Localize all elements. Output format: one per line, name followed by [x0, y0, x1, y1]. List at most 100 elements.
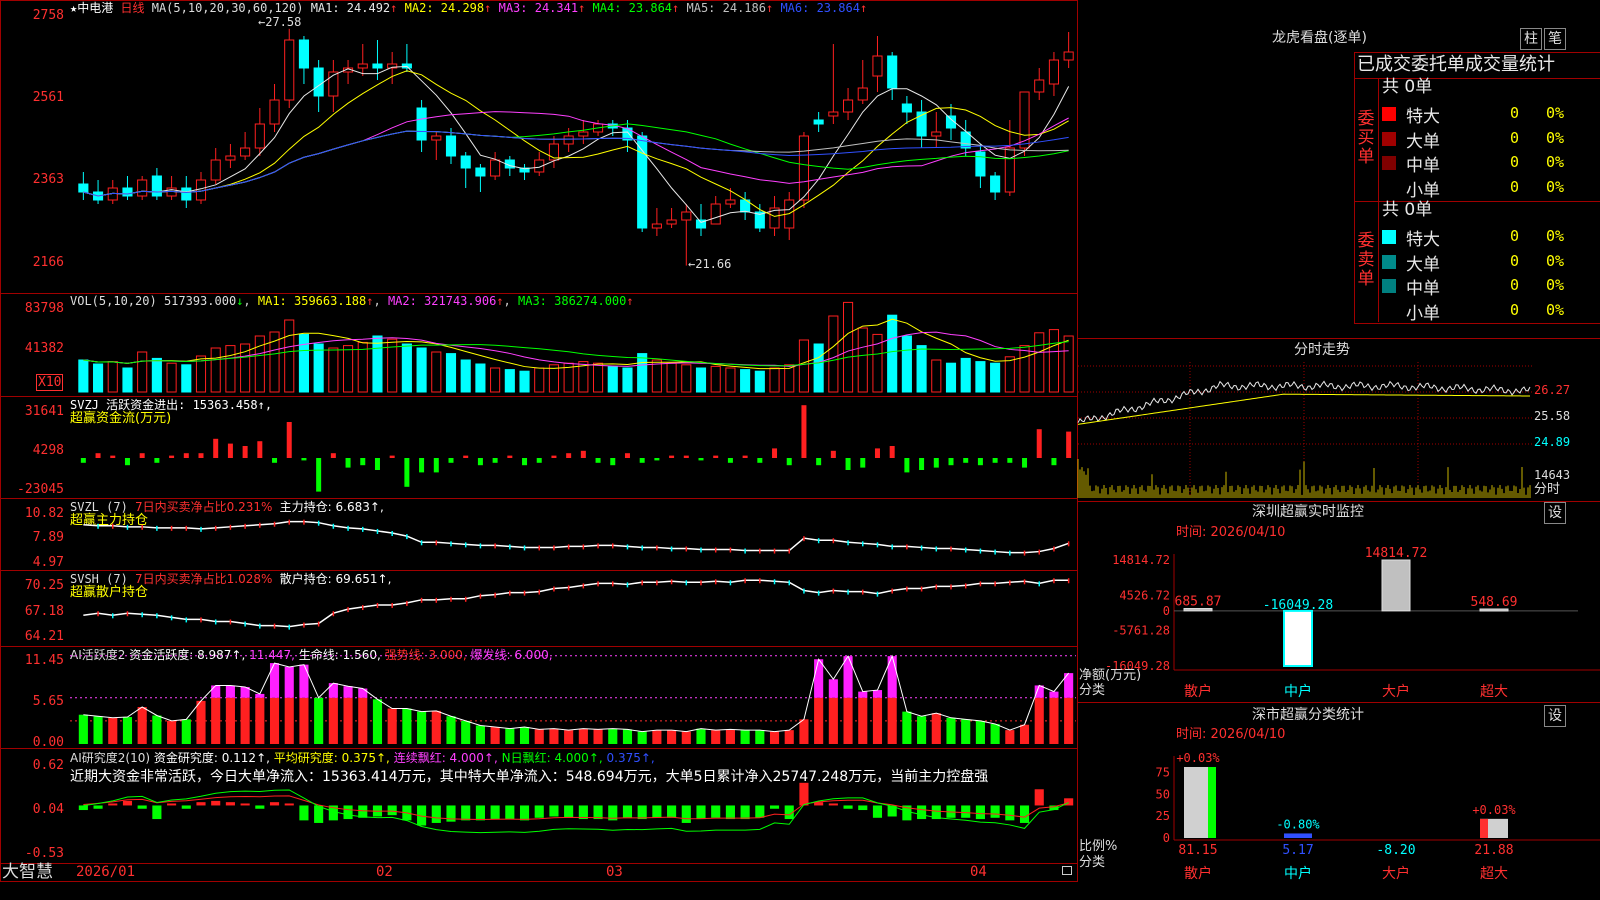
tick-view-button[interactable]: 笔 — [1544, 28, 1566, 50]
candle-body — [431, 135, 442, 141]
ai-res-tick: 0.62 — [32, 758, 64, 773]
ai-act-bar — [1005, 730, 1015, 744]
buy-rows: 特大 0 0% 大单 0 0% 中单 0 0% 小单 0 0% — [1380, 102, 1600, 202]
ma-line-1 — [83, 65, 1070, 223]
ai-research-chart[interactable] — [70, 752, 1076, 862]
ai-activity-chart[interactable] — [70, 650, 1076, 746]
svzj-bar — [124, 458, 130, 466]
volume-bar — [504, 369, 515, 393]
ai-res-bar — [93, 805, 103, 809]
order-percent: 0% — [1546, 104, 1565, 122]
sz-cls-change-label: +0.03% — [1472, 803, 1516, 817]
volume-bar — [1063, 335, 1074, 393]
ai-act-bar-hot — [343, 686, 353, 698]
candle-body — [901, 103, 912, 113]
candle-body — [563, 135, 574, 145]
volume-bar — [710, 365, 721, 393]
candle-body — [990, 175, 1001, 193]
volume-tick: 83798 — [24, 301, 64, 316]
ai-res-bar — [387, 805, 397, 816]
ai-res-bar — [343, 805, 353, 820]
svzl-divider — [0, 498, 1078, 499]
candle-body — [1034, 79, 1045, 93]
ai-res-divider — [0, 748, 1078, 749]
svzj-chart[interactable] — [70, 398, 1076, 498]
volume-bar — [460, 359, 471, 393]
sz-cls-value-label: 81.15 — [1178, 843, 1217, 858]
order-percent: 0% — [1546, 251, 1565, 270]
svzj-bar — [522, 458, 528, 466]
candle-body — [475, 167, 486, 177]
ai-act-bar — [725, 729, 735, 744]
date-tick: 2026/01 — [76, 864, 136, 880]
order-row: 大单 0 0% — [1380, 127, 1600, 152]
legend-square-icon — [1382, 131, 1396, 146]
sz-cls-settings-button[interactable]: 设 — [1544, 705, 1566, 727]
svzj-tick: 4298 — [32, 443, 64, 458]
ai-res-bar — [240, 803, 250, 806]
candlestick-chart[interactable] — [70, 0, 1076, 292]
ai-act-bar — [681, 731, 691, 744]
sz-class-bar-chart[interactable]: 75 50 25 0 +0.03% 81.15 散户 -0.80% 5.17 中户 -8.20 大户 +… — [1078, 742, 1600, 892]
svzj-bar — [830, 450, 836, 458]
svzl-chart[interactable] — [70, 500, 1076, 570]
svzl-tick: 10.82 — [24, 506, 64, 521]
lock-icon[interactable] — [1062, 866, 1072, 875]
ai-act-bar — [299, 697, 309, 744]
candle-body — [887, 55, 898, 89]
volume-bar — [593, 362, 604, 393]
candle-body — [710, 203, 721, 225]
svzj-bar — [698, 458, 704, 461]
svzj-bar — [639, 458, 645, 463]
ai-res-bar — [122, 800, 133, 806]
ai-act-bar — [358, 697, 368, 744]
intraday-chart[interactable] — [1077, 362, 1532, 500]
sz-cls-value-label: -8.20 — [1376, 843, 1415, 858]
sz-rt-divider — [1078, 702, 1600, 703]
candle-body — [445, 135, 457, 157]
bar-view-button[interactable]: 柱 — [1520, 28, 1542, 50]
svzj-bar — [860, 458, 866, 468]
order-value: 0 — [1510, 300, 1520, 319]
brand-logo: 大智慧 — [2, 862, 53, 882]
lhb-tabs[interactable]: 已成交委托单成交量统计 — [1357, 54, 1555, 76]
legend-square-icon — [1382, 156, 1396, 170]
ai-res-bar — [564, 805, 574, 818]
svsh-chart[interactable] — [70, 572, 1076, 646]
ai-res-bar — [152, 805, 162, 820]
sz-realtime-bar-chart[interactable]: 14814.72 4526.72 0 -5761.28 -16049.28 685.87 散… — [1078, 540, 1600, 704]
volume-bar — [769, 367, 780, 393]
candle-body — [151, 175, 162, 197]
volume-bar — [607, 365, 618, 393]
intraday-tick: 24.89 — [1534, 435, 1571, 449]
ai-res-bar — [637, 805, 647, 820]
ai-act-bar — [990, 723, 1000, 744]
ai-act-bar — [814, 697, 824, 744]
svzj-bar — [110, 455, 116, 458]
svzj-bar — [742, 455, 748, 458]
sz-cls-bar-side — [1284, 833, 1312, 838]
volume-bar — [137, 351, 148, 393]
order-type: 特大 — [1406, 107, 1440, 127]
intraday-vol-tick: 14643 — [1534, 468, 1571, 482]
order-value: 0 — [1510, 276, 1520, 294]
ai-res-bar — [917, 805, 927, 820]
ai-act-bar — [1034, 697, 1044, 744]
ai-act-bar — [490, 727, 500, 744]
volume-chart[interactable] — [70, 296, 1076, 394]
ai-res-bar — [534, 805, 544, 818]
sz-rt-settings-button[interactable]: 设 — [1544, 502, 1566, 524]
ai-res-bar — [475, 805, 485, 821]
svzl-tick: 7.89 — [32, 530, 64, 545]
ai-act-tick: 11.45 — [24, 653, 64, 668]
buy-count: 共 0单 — [1382, 77, 1433, 97]
intraday-tick: 26.27 — [1534, 383, 1571, 397]
svzl-tick: 4.97 — [32, 555, 64, 570]
sz-cls-xlabel: 分类 — [1079, 855, 1106, 870]
ai-res-bar — [667, 805, 677, 818]
volume-bar — [681, 364, 692, 393]
sz-rt-tick: 0 — [1163, 604, 1170, 618]
ai-act-bar — [593, 729, 603, 744]
svzj-bar — [433, 458, 439, 473]
sz-cls-category: 超大 — [1480, 866, 1508, 882]
